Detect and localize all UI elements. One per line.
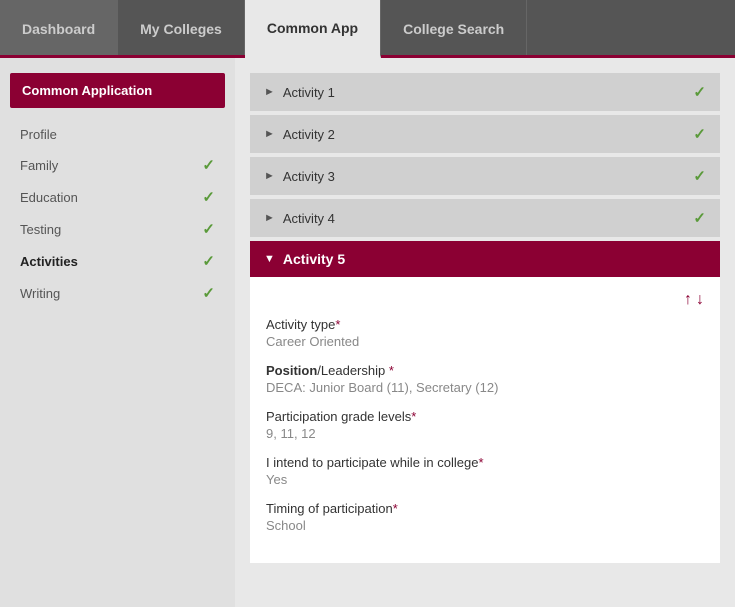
education-check-icon: ✓ [202, 188, 215, 206]
tab-dashboard[interactable]: Dashboard [0, 0, 118, 58]
sidebar-item-activities[interactable]: Activities ✓ [10, 245, 225, 277]
intend-participate-label: I intend to participate while in college… [266, 455, 704, 470]
position-leadership-field: Position/Leadership * DECA: Junior Board… [266, 363, 704, 395]
sidebar-item-family[interactable]: Family ✓ [10, 149, 225, 181]
activity-4-row[interactable]: ► Activity 4 ✓ [250, 199, 720, 237]
testing-check-icon: ✓ [202, 220, 215, 238]
sidebar-item-education[interactable]: Education ✓ [10, 181, 225, 213]
activity-2-check-icon: ✓ [693, 125, 706, 143]
activity-5-arrow-icon: ▼ [264, 253, 275, 265]
participation-grade-value: 9, 11, 12 [266, 426, 704, 441]
timing-label: Timing of participation* [266, 501, 704, 516]
activity-1-arrow-icon: ► [264, 86, 275, 98]
sidebar-header: Common Application [10, 73, 225, 108]
family-check-icon: ✓ [202, 156, 215, 174]
sidebar-item-writing[interactable]: Writing ✓ [10, 277, 225, 309]
tab-college-search[interactable]: College Search [381, 0, 527, 58]
activity-type-value: Career Oriented [266, 334, 704, 349]
tab-common-app[interactable]: Common App [245, 0, 381, 58]
position-leadership-label: Position/Leadership * [266, 363, 704, 378]
activity-3-check-icon: ✓ [693, 167, 706, 185]
top-navigation: Dashboard My Colleges Common App College… [0, 0, 735, 58]
position-leadership-value: DECA: Junior Board (11), Secretary (12) [266, 380, 704, 395]
activity-1-row[interactable]: ► Activity 1 ✓ [250, 73, 720, 111]
participation-grade-label: Participation grade levels* [266, 409, 704, 424]
activities-check-icon: ✓ [202, 252, 215, 270]
main-content: Common Application Profile Family ✓ Educ… [0, 58, 735, 607]
sidebar-item-profile[interactable]: Profile [10, 120, 225, 149]
activity-type-field: Activity type* Career Oriented [266, 317, 704, 349]
intend-participate-value: Yes [266, 472, 704, 487]
sidebar-item-testing[interactable]: Testing ✓ [10, 213, 225, 245]
activity-3-arrow-icon: ► [264, 170, 275, 182]
activity-1-check-icon: ✓ [693, 83, 706, 101]
activity-4-check-icon: ✓ [693, 209, 706, 227]
activity-2-row[interactable]: ► Activity 2 ✓ [250, 115, 720, 153]
tab-my-colleges[interactable]: My Colleges [118, 0, 245, 58]
participation-grade-field: Participation grade levels* 9, 11, 12 [266, 409, 704, 441]
activity-5-row[interactable]: ▼ Activity 5 [250, 241, 720, 277]
writing-check-icon: ✓ [202, 284, 215, 302]
activity-5-expanded: ↑ ↓ Activity type* Career Oriented Posit… [250, 277, 720, 563]
intend-participate-field: I intend to participate while in college… [266, 455, 704, 487]
move-up-icon[interactable]: ↑ [684, 291, 692, 309]
reorder-arrows: ↑ ↓ [266, 287, 704, 317]
activity-3-row[interactable]: ► Activity 3 ✓ [250, 157, 720, 195]
activity-2-arrow-icon: ► [264, 128, 275, 140]
sidebar: Common Application Profile Family ✓ Educ… [0, 58, 235, 607]
right-panel: ► Activity 1 ✓ ► Activity 2 ✓ ► Activity… [235, 58, 735, 607]
activity-type-label: Activity type* [266, 317, 704, 332]
activity-4-arrow-icon: ► [264, 212, 275, 224]
timing-field: Timing of participation* School [266, 501, 704, 533]
timing-value: School [266, 518, 704, 533]
move-down-icon[interactable]: ↓ [696, 291, 704, 309]
